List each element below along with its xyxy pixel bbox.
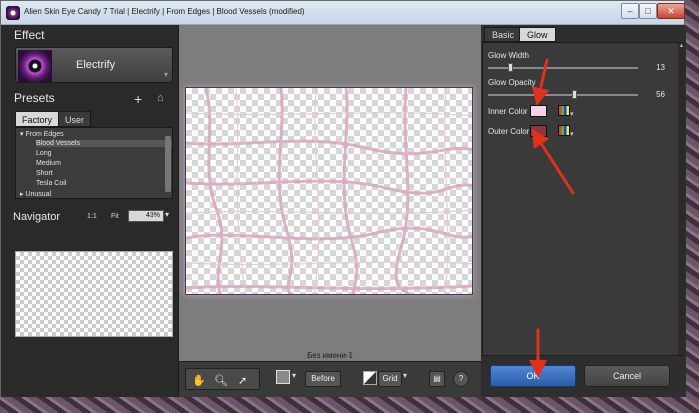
navigator-heading: Navigator bbox=[13, 211, 61, 223]
outer-color-dropdown-icon[interactable]: ▾ bbox=[570, 130, 574, 138]
add-preset-button[interactable]: + bbox=[134, 91, 142, 107]
settings-panel: Basic Glow Glow Width 13 Glow Opacity 56… bbox=[481, 25, 686, 397]
tree-item-blood-vessels[interactable]: Blood Vessels bbox=[36, 140, 172, 147]
effect-heading: Effect bbox=[14, 28, 45, 42]
electrify-lines bbox=[186, 88, 472, 294]
preset-tree: ▾ From Edges Blood Vessels Long Medium S… bbox=[15, 127, 173, 199]
tree-item-medium[interactable]: Medium bbox=[36, 160, 61, 167]
preview-toolbar: ✋ 🔍︎ ➚ ▾ Before Grid ▾ ▤ ? bbox=[179, 361, 481, 397]
grid-dropdown-icon[interactable]: ▾ bbox=[403, 371, 407, 380]
grid-icon[interactable] bbox=[363, 371, 377, 385]
tree-item-long[interactable]: Long bbox=[36, 150, 52, 157]
before-button[interactable]: Before bbox=[305, 371, 341, 387]
inner-color-label: Inner Color bbox=[488, 107, 528, 116]
zoom-fit-button[interactable]: Fit bbox=[111, 213, 119, 220]
glow-opacity-value[interactable]: 56 bbox=[651, 90, 665, 99]
left-panel: Effect Electrify ▾ Presets + ⌂ Factory U… bbox=[1, 25, 179, 397]
glow-opacity-label: Glow Opacity bbox=[488, 78, 536, 87]
tree-group-from-edges[interactable]: ▾ From Edges bbox=[20, 130, 64, 138]
electrify-thumbnail bbox=[18, 50, 52, 82]
preview-area: Без имени-1 ✋ 🔍︎ ➚ ▾ Before Grid ▾ ▤ ? bbox=[179, 25, 481, 397]
background-swatch[interactable] bbox=[276, 370, 290, 384]
zoom-level-field[interactable]: 43% bbox=[128, 210, 164, 222]
preview-canvas[interactable] bbox=[185, 87, 473, 295]
window-title: Alien Skin Eye Candy 7 Trial | Electrify… bbox=[24, 7, 305, 16]
help-icon[interactable]: ? bbox=[453, 371, 469, 387]
outer-color-picker-icon[interactable] bbox=[558, 125, 570, 136]
zoom-1to1-button[interactable]: 1:1 bbox=[87, 213, 97, 220]
glow-opacity-slider[interactable] bbox=[488, 90, 638, 99]
hand-icon[interactable]: ✋ bbox=[192, 374, 206, 387]
minimize-button[interactable]: – bbox=[621, 3, 639, 19]
grid-button[interactable]: Grid bbox=[378, 371, 402, 387]
layout-icon[interactable]: ▤ bbox=[429, 371, 445, 387]
background-dropdown-icon[interactable]: ▾ bbox=[292, 371, 296, 380]
glow-width-knob[interactable] bbox=[507, 63, 513, 72]
tab-factory[interactable]: Factory bbox=[15, 111, 60, 127]
glow-settings: Glow Width 13 Glow Opacity 56 Inner Colo… bbox=[482, 42, 685, 356]
effect-name: Electrify bbox=[76, 59, 116, 71]
eye-candy-window: Alien Skin Eye Candy 7 Trial | Electrify… bbox=[0, 0, 686, 397]
inner-color-swatch[interactable] bbox=[530, 105, 547, 117]
document-name: Без имени-1 bbox=[307, 351, 353, 360]
tree-group-unusual[interactable]: ▸ Unusual bbox=[20, 190, 51, 198]
close-button[interactable]: ✕ bbox=[657, 3, 685, 19]
cancel-button[interactable]: Cancel bbox=[584, 365, 670, 387]
outer-color-swatch[interactable] bbox=[530, 125, 547, 137]
preset-scrollbar[interactable] bbox=[165, 136, 171, 192]
zoom-icon[interactable]: 🔍︎ bbox=[214, 374, 228, 387]
glow-width-slider[interactable] bbox=[488, 63, 638, 72]
glow-opacity-knob[interactable] bbox=[572, 90, 577, 99]
title-bar: Alien Skin Eye Candy 7 Trial | Electrify… bbox=[1, 1, 685, 25]
effect-selector[interactable]: Electrify ▾ bbox=[15, 47, 173, 83]
inner-color-picker-icon[interactable] bbox=[558, 105, 570, 116]
scroll-up-icon[interactable]: ▲ bbox=[678, 43, 685, 51]
dropdown-caret-icon: ▾ bbox=[163, 70, 168, 79]
navigator-thumbnail[interactable] bbox=[15, 251, 173, 337]
tab-basic[interactable]: Basic bbox=[484, 27, 523, 42]
settings-scrollbar[interactable]: ▲ bbox=[678, 43, 685, 355]
pointer-icon[interactable]: ➚ bbox=[238, 374, 247, 387]
tree-item-short[interactable]: Short bbox=[36, 170, 53, 177]
tab-glow[interactable]: Glow bbox=[519, 27, 556, 42]
ok-button[interactable]: OK bbox=[490, 365, 576, 387]
zoom-dropdown-icon[interactable]: ▾ bbox=[165, 210, 169, 219]
tool-group: ✋ 🔍︎ ➚ bbox=[185, 368, 260, 390]
tab-user[interactable]: User bbox=[58, 111, 92, 127]
presets-heading: Presets bbox=[14, 91, 55, 105]
home-icon[interactable]: ⌂ bbox=[157, 92, 164, 104]
app-icon bbox=[6, 6, 20, 20]
glow-width-value[interactable]: 13 bbox=[651, 63, 665, 72]
glow-width-label: Glow Width bbox=[488, 51, 529, 60]
tree-item-tesla-coil[interactable]: Tesla Coil bbox=[36, 180, 66, 187]
inner-color-dropdown-icon[interactable]: ▾ bbox=[570, 110, 574, 118]
outer-color-label: Outer Color bbox=[488, 127, 530, 136]
maximize-button[interactable]: □ bbox=[639, 3, 657, 19]
